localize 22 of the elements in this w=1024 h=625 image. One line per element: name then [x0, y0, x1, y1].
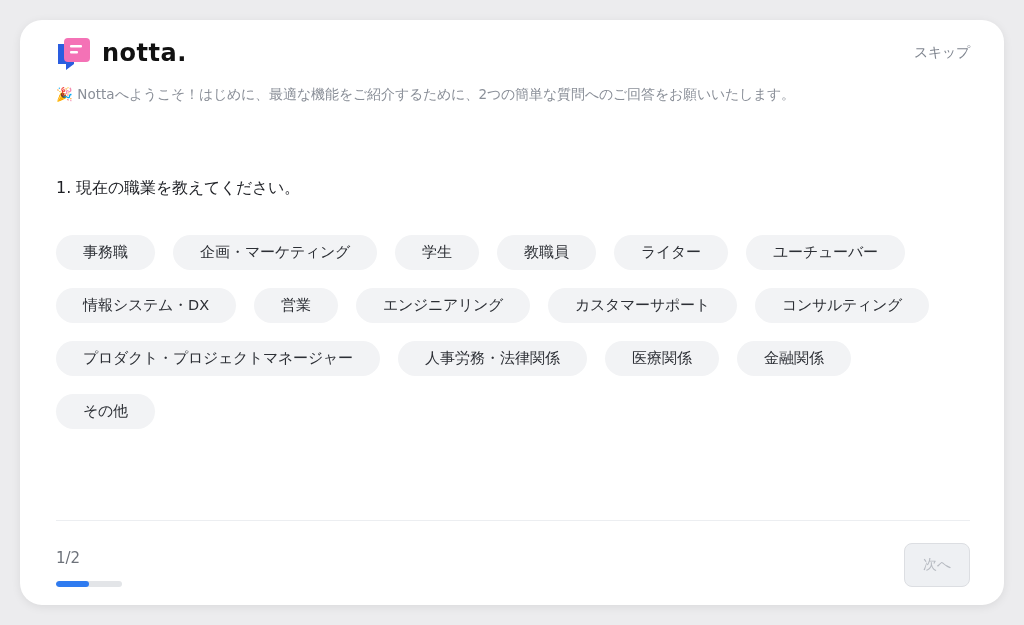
option-chip[interactable]: カスタマーサポート — [548, 288, 738, 323]
option-chip[interactable]: プロダクト・プロジェクトマネージャー — [56, 341, 380, 376]
option-chip[interactable]: 企画・マーケティング — [173, 235, 377, 270]
logo-icon — [56, 36, 92, 70]
logo-text: notta. — [102, 39, 187, 67]
option-chip[interactable]: 人事労務・法律関係 — [398, 341, 587, 376]
option-chip[interactable]: 事務職 — [56, 235, 155, 270]
option-chip[interactable]: コンサルティング — [755, 288, 930, 323]
option-chip[interactable]: 医療関係 — [605, 341, 719, 376]
step-counter: 1/2 — [56, 549, 82, 567]
option-chip[interactable]: 学生 — [395, 235, 479, 270]
skip-link[interactable]: スキップ — [914, 44, 970, 62]
option-chip[interactable]: 情報システム・DX — [56, 288, 237, 323]
option-chip[interactable]: ライター — [614, 235, 728, 270]
option-chip[interactable]: 金融関係 — [737, 341, 851, 376]
option-chip[interactable]: エンジニアリング — [356, 288, 531, 323]
option-chip[interactable]: 教職員 — [497, 235, 596, 270]
option-chip[interactable]: 営業 — [254, 288, 339, 323]
welcome-text: 🎉 Nottaへようこそ！はじめに、最適な機能をご紹介するために、2つの簡単な質問へのご回答をお願いいたします。 — [56, 86, 797, 104]
option-chip[interactable]: ユーチューバー — [746, 235, 905, 270]
option-chip[interactable]: その他 — [56, 394, 155, 429]
question-text: 1. 現在の職業を教えてください。 — [56, 178, 302, 199]
